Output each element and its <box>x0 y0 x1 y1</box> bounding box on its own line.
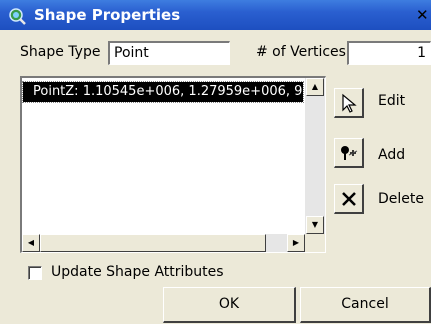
globe-magnifier-icon <box>8 7 26 29</box>
vertices-field[interactable]: 1 <box>347 41 431 65</box>
window-title: Shape Properties <box>34 6 181 24</box>
vertex-listbox[interactable]: PointZ: 1.10545e+006, 1.27959e+006, 9 ▲ … <box>20 76 326 253</box>
vertical-scrollbar[interactable]: ▲ ▼ <box>305 78 325 234</box>
scroll-up-button[interactable]: ▲ <box>306 78 324 96</box>
shape-type-field[interactable]: Point <box>108 41 230 65</box>
delete-button[interactable] <box>334 184 364 214</box>
vertices-label: # of Vertices <box>256 44 346 60</box>
edit-label: Edit <box>378 93 406 109</box>
add-label: Add <box>378 147 406 163</box>
scroll-thumb[interactable] <box>40 234 266 252</box>
scroll-down-button[interactable]: ▼ <box>306 216 324 234</box>
pointer-arrow-icon <box>342 93 357 113</box>
add-button[interactable] <box>334 138 364 168</box>
title-bar: Shape Properties ✕ <box>0 0 431 30</box>
horizontal-scrollbar[interactable]: ◀ ▶ <box>22 234 305 252</box>
ok-button[interactable]: OK <box>163 287 296 323</box>
edit-button[interactable] <box>334 88 364 118</box>
shape-type-label: Shape Type <box>20 44 101 60</box>
triangle-down-icon: ▼ <box>311 220 319 229</box>
delete-label: Delete <box>378 191 424 207</box>
pin-add-icon <box>341 146 358 160</box>
update-attributes-checkbox[interactable] <box>28 266 42 280</box>
update-attributes-label: Update Shape Attributes <box>51 264 224 280</box>
triangle-right-icon: ▶ <box>292 238 300 247</box>
close-button[interactable]: ✕ <box>416 6 431 24</box>
list-item[interactable]: PointZ: 1.10545e+006, 1.27959e+006, 9 <box>22 81 304 103</box>
x-delete-icon <box>342 192 356 206</box>
triangle-left-icon: ◀ <box>27 238 35 247</box>
triangle-up-icon: ▲ <box>311 82 319 91</box>
cancel-button[interactable]: Cancel <box>300 287 431 323</box>
scroll-left-button[interactable]: ◀ <box>22 234 40 252</box>
scrollbar-corner <box>305 234 325 252</box>
scroll-right-button[interactable]: ▶ <box>287 234 305 252</box>
